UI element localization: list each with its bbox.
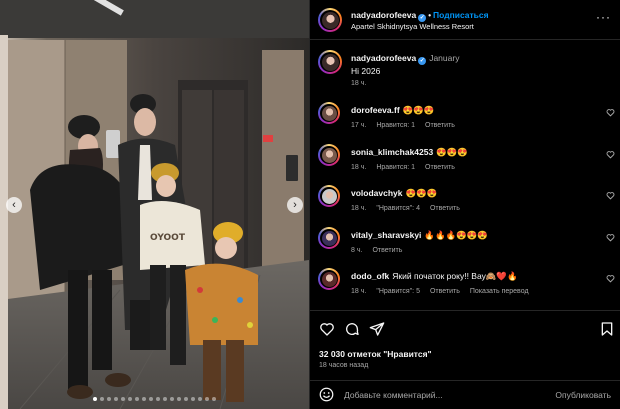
- comment-age: 17 ч.: [351, 122, 367, 129]
- commenter-username[interactable]: dodo_ofk: [351, 271, 389, 281]
- location-link[interactable]: Apartel Skhidnytsya Wellness Resort: [351, 22, 474, 31]
- carousel-dot: [142, 397, 146, 401]
- commenter-username[interactable]: volodavchyk: [351, 188, 403, 198]
- author-line: nadyadorofeeva ✓ • Подписаться: [351, 10, 489, 22]
- comment-row: volodavchyk 😍😍😍 18 ч. "Нравится": 4 Ответить: [310, 185, 620, 225]
- carousel-dot: [205, 397, 209, 401]
- comment-row: vitaly_sharavskyi 🔥🔥🔥😍😍😍 8 ч. Ответить: [310, 227, 620, 267]
- carousel-dot: [93, 397, 97, 401]
- commenter-username[interactable]: vitaly_sharavskyi: [351, 230, 421, 240]
- post-header: nadyadorofeeva ✓ • Подписаться Apartel Skhi…: [310, 0, 620, 40]
- more-options-icon[interactable]: ···: [596, 10, 611, 24]
- heart-icon[interactable]: [319, 321, 335, 337]
- verified-icon: ✓: [418, 14, 427, 22]
- carousel-dot: [149, 397, 153, 401]
- prev-slide-button[interactable]: ‹: [6, 197, 22, 213]
- emoji-icon[interactable]: [319, 387, 334, 402]
- comment-age: 18 ч.: [351, 164, 367, 171]
- post-side-panel: nadyadorofeeva ✓ • Подписаться Apartel Skhi…: [309, 0, 620, 409]
- next-slide-button[interactable]: ›: [287, 197, 303, 213]
- action-bar: 32 030 отметок "Нравится" 18 часов назад: [310, 310, 620, 380]
- comment-like-icon[interactable]: [606, 191, 615, 200]
- carousel-dot: [156, 397, 160, 401]
- add-comment-bar: Опубликовать: [310, 380, 620, 409]
- caption-age: 18 ч.: [351, 80, 367, 87]
- comment-icon[interactable]: [344, 321, 360, 337]
- commenter-avatar[interactable]: [318, 185, 340, 207]
- comment-meta: 18 ч. "Нравится": 4 Ответить: [351, 205, 470, 212]
- commenter-avatar[interactable]: [318, 144, 340, 166]
- carousel-dot: [100, 397, 104, 401]
- bookmark-icon[interactable]: [599, 321, 615, 337]
- commenter-avatar[interactable]: [318, 102, 340, 124]
- reply-button[interactable]: Ответить: [425, 164, 455, 171]
- reply-button[interactable]: Ответить: [430, 205, 460, 212]
- commenter-avatar[interactable]: [318, 227, 340, 249]
- comment-like-icon[interactable]: [606, 150, 615, 159]
- comment-like-icon[interactable]: [606, 233, 615, 242]
- comment-likes[interactable]: Нравится: 1: [376, 122, 415, 129]
- carousel-dots: [0, 397, 309, 401]
- carousel-dot: [107, 397, 111, 401]
- comment-age: 8 ч.: [351, 247, 363, 254]
- commenter-username[interactable]: sonia_klimchak4253: [351, 147, 433, 157]
- reply-button[interactable]: Ответить: [372, 247, 402, 254]
- svg-text:OYOOT: OYOOT: [150, 233, 186, 243]
- author-avatar[interactable]: [318, 8, 342, 32]
- separator-dot: •: [428, 11, 432, 20]
- reply-button[interactable]: Ответить: [430, 288, 460, 295]
- carousel-dot: [114, 397, 118, 401]
- comment-meta: 18 ч. Нравится: 1 Ответить: [351, 164, 465, 171]
- comment-like-icon[interactable]: [606, 274, 615, 283]
- caption-avatar[interactable]: [318, 50, 342, 74]
- carousel-dot: [170, 397, 174, 401]
- verified-icon: ✓: [418, 57, 427, 65]
- carousel-dot: [121, 397, 125, 401]
- comment-row: dorofeeva.ff 😍😍😍 17 ч. Нравится: 1 Ответить: [310, 102, 620, 142]
- carousel-dot: [198, 397, 202, 401]
- comment-age: 18 ч.: [351, 205, 367, 212]
- comment-likes[interactable]: Нравится: 1: [376, 164, 415, 171]
- comment-like-icon[interactable]: [606, 108, 615, 117]
- carousel-dot: [191, 397, 195, 401]
- carousel-dot: [212, 397, 216, 401]
- comment-likes[interactable]: "Нравится": 4: [376, 205, 420, 212]
- comment-row: dodo_ofk Який початок року!! Вау🙈❤️🔥 18 ч.…: [310, 268, 620, 308]
- comment-meta: 17 ч. Нравится: 1 Ответить: [351, 122, 465, 129]
- commenter-avatar[interactable]: [318, 268, 340, 290]
- comment-text: Який початок року!! Вау🙈❤️🔥: [392, 271, 518, 281]
- show-translation-button[interactable]: Показать перевод: [470, 288, 529, 295]
- carousel-dot: [184, 397, 188, 401]
- comment-text: 😍😍😍: [402, 105, 435, 115]
- caption-username[interactable]: nadyadorofeeva: [351, 53, 416, 63]
- chevron-left-icon: ‹: [12, 199, 16, 211]
- comment-input[interactable]: [344, 388, 544, 402]
- family-mirror-selfie-image: OYOOT: [0, 0, 309, 409]
- comment-text: 😍😍😍: [436, 147, 468, 157]
- comment-meta: 18 ч. "Нравится": 5 Ответить Показать перев…: [351, 288, 539, 295]
- carousel-dot: [135, 397, 139, 401]
- likes-count[interactable]: 32 030 отметок "Нравится": [319, 349, 432, 359]
- comment-text: 🔥🔥🔥😍😍😍: [424, 230, 488, 240]
- publish-button[interactable]: Опубликовать: [555, 390, 611, 400]
- carousel-dot: [177, 397, 181, 401]
- commenter-username[interactable]: dorofeeva.ff: [351, 105, 400, 115]
- post-age: 18 часов назад: [319, 362, 369, 369]
- carousel-dot: [163, 397, 167, 401]
- comment-age: 18 ч.: [351, 288, 367, 295]
- follow-button[interactable]: Подписаться: [433, 10, 489, 20]
- comment-text: 😍😍😍: [405, 188, 438, 198]
- chevron-right-icon: ›: [293, 199, 297, 211]
- share-icon[interactable]: [369, 321, 385, 337]
- caption-time: January: [429, 53, 460, 63]
- comment-row: sonia_klimchak4253 😍😍😍 18 ч. Нравится: 1 Отв…: [310, 144, 620, 184]
- carousel-dot: [128, 397, 132, 401]
- author-username[interactable]: nadyadorofeeva: [351, 10, 416, 20]
- caption-text: Hi 2026: [351, 66, 381, 76]
- comment-likes[interactable]: "Нравится": 5: [376, 288, 420, 295]
- reply-button[interactable]: Ответить: [425, 122, 455, 129]
- post-photo[interactable]: OYOOT ‹ ›: [0, 0, 309, 409]
- comment-meta: 8 ч. Ответить: [351, 247, 412, 254]
